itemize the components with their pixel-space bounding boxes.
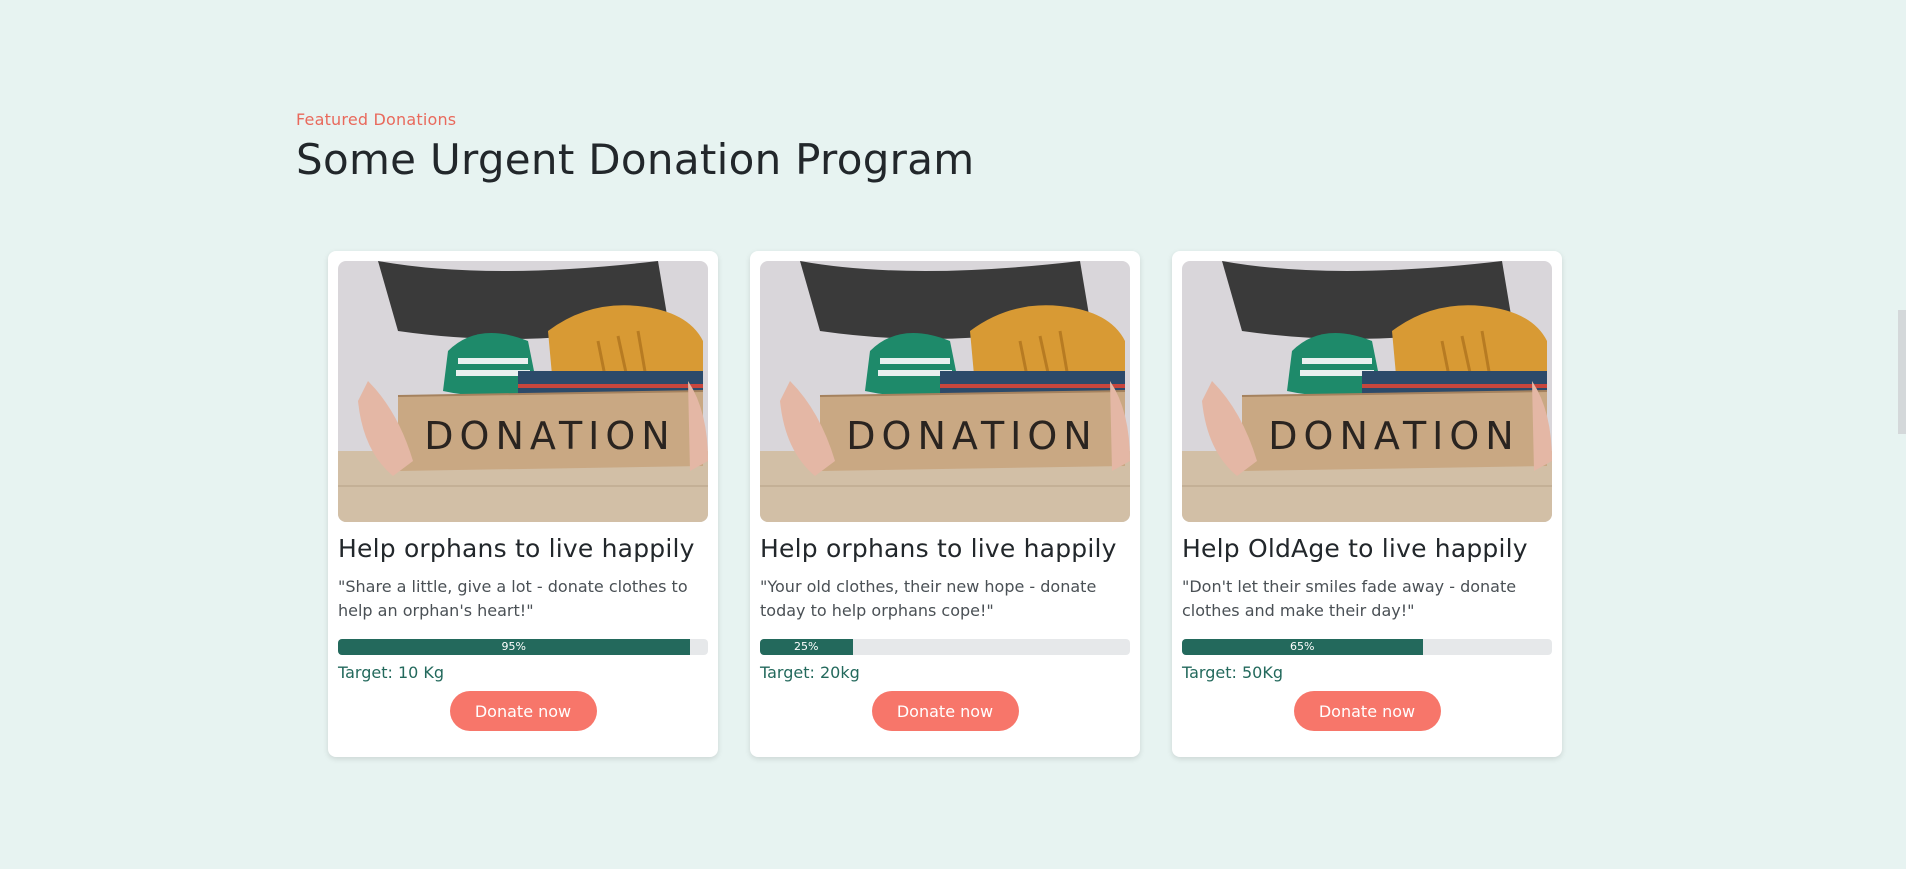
- card-description: "Don't let their smiles fade away - dona…: [1182, 577, 1517, 620]
- progress-bar: 95%: [338, 639, 708, 655]
- progress-bar: 65%: [1182, 639, 1552, 655]
- progress-fill: 95%: [338, 639, 690, 655]
- scrollbar-thumb[interactable]: [1898, 310, 1906, 434]
- section-eyebrow: Featured Donations: [296, 110, 457, 129]
- donate-now-button[interactable]: Donate now: [449, 691, 597, 731]
- donation-card: DONATION Help OldAge to live happily "Do…: [1172, 251, 1562, 757]
- card-title: Help orphans to live happily: [760, 534, 1117, 563]
- progress-fill: 25%: [760, 639, 853, 655]
- donation-box-label: DONATION: [424, 414, 675, 458]
- target-amount: Target: 50Kg: [1182, 663, 1283, 682]
- donate-now-button[interactable]: Donate now: [871, 691, 1019, 731]
- donation-box-image: DONATION: [760, 261, 1130, 522]
- section-title: Some Urgent Donation Program: [296, 135, 975, 184]
- page-footer-band: [0, 869, 1906, 881]
- target-amount: Target: 20kg: [760, 663, 860, 682]
- card-description: "Your old clothes, their new hope - dona…: [760, 577, 1097, 620]
- donation-box-image: DONATION: [1182, 261, 1552, 522]
- donation-box-label: DONATION: [1268, 414, 1519, 458]
- progress-bar: 25%: [760, 639, 1130, 655]
- donation-card: DONATION Help orphans to live happily "S…: [328, 251, 718, 757]
- section-header: Featured Donations Some Urgent Donation …: [296, 110, 974, 184]
- progress-fill: 65%: [1182, 639, 1423, 655]
- donation-card: DONATION Help orphans to live happily "Y…: [750, 251, 1140, 757]
- card-title: Help orphans to live happily: [338, 534, 695, 563]
- target-amount: Target: 10 Kg: [338, 663, 445, 682]
- donation-cards: DONATION Help orphans to live happily "S…: [328, 251, 1562, 757]
- donation-box-image: DONATION: [338, 261, 708, 522]
- card-title: Help OldAge to live happily: [1182, 534, 1528, 563]
- donate-now-button[interactable]: Donate now: [1293, 691, 1441, 731]
- card-description: "Share a little, give a lot - donate clo…: [338, 577, 688, 620]
- donation-box-label: DONATION: [846, 414, 1097, 458]
